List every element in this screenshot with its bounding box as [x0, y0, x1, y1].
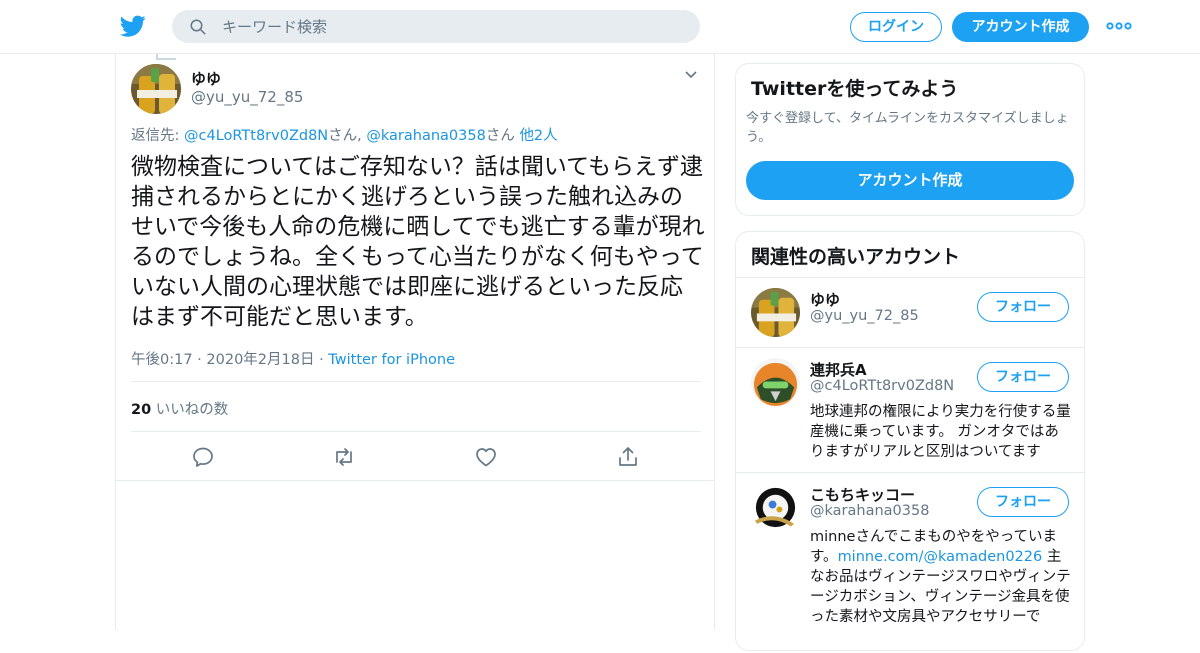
login-button[interactable]: ログイン: [850, 12, 942, 42]
account-handle[interactable]: @yu_yu_72_85: [810, 308, 919, 324]
related-account-item[interactable]: ゆゆ @yu_yu_72_85 フォロー: [736, 278, 1084, 348]
like-icon[interactable]: [474, 445, 498, 469]
account-bio: 地球連邦の権限により実力を行使する量産機に乗っています。 ガンオタではありますが…: [810, 404, 1071, 460]
account-handle[interactable]: @karahana0358: [810, 503, 929, 519]
search-input[interactable]: [222, 10, 682, 43]
follow-button[interactable]: フォロー: [977, 292, 1069, 322]
retweet-icon[interactable]: [332, 445, 356, 469]
divider: [131, 431, 701, 432]
search-box[interactable]: [172, 10, 700, 43]
more-options-icon[interactable]: [1106, 14, 1132, 38]
account-name[interactable]: こもちキッコー: [810, 484, 915, 505]
replying-suffix: さん: [485, 128, 520, 144]
thread-connector: [156, 58, 176, 60]
account-handle[interactable]: @c4LoRTt8rv0Zd8N: [810, 378, 954, 394]
account-avatar[interactable]: [751, 288, 800, 337]
signup-card-title: Twitterを使ってみよう: [751, 78, 959, 100]
tweet-detail-column: ゆゆ @yu_yu_72_85 返信先: @c4LoRTt8rv0Zd8Nさん,…: [115, 54, 715, 630]
tweet-text: 微物検査についてはご存知ない？話は聞いてもらえず逮捕されるからとにかく逃げろとい…: [131, 154, 705, 330]
author-avatar[interactable]: [131, 64, 181, 114]
account-name[interactable]: ゆゆ: [810, 289, 840, 310]
likes-number: 20: [131, 402, 152, 418]
tweet-meta: 午後0:17 · 2020年2月18日 · Twitter for iPhone: [131, 348, 455, 369]
related-account-item[interactable]: こもちキッコー @karahana0358 フォロー minneさんでこまものや…: [736, 473, 1084, 653]
replying-suffix: さん,: [328, 128, 367, 144]
twitter-logo-icon[interactable]: [120, 13, 146, 39]
signup-card-description: 今すぐ登録して、タイムラインをカスタマイズしましょう。: [746, 111, 1069, 145]
follow-button[interactable]: フォロー: [977, 487, 1069, 517]
search-icon: [190, 19, 206, 35]
related-accounts-title: 関連性の高いアカウント: [751, 246, 961, 268]
signup-card-button[interactable]: アカウント作成: [746, 161, 1074, 200]
tweet-timestamp[interactable]: 午後0:17 · 2020年2月18日 ·: [131, 352, 328, 368]
share-icon[interactable]: [616, 445, 640, 469]
reply-others-link[interactable]: 他2人: [519, 128, 557, 144]
reply-icon[interactable]: [191, 445, 215, 469]
account-name[interactable]: 連邦兵A: [810, 359, 867, 380]
related-accounts-card: 関連性の高いアカウント ゆゆ @yu_yu_72_85 フォロー 連邦兵A @c…: [735, 231, 1085, 651]
bio-link[interactable]: minne.com/@kamaden0226: [838, 549, 1043, 565]
likes-count[interactable]: 20 いいねの数: [131, 398, 228, 419]
author-name[interactable]: ゆゆ: [191, 68, 221, 89]
replying-prefix: 返信先:: [131, 128, 184, 144]
divider: [116, 480, 714, 481]
divider: [131, 381, 701, 382]
reply-mention-link[interactable]: @karahana0358: [366, 128, 485, 144]
signup-card: Twitterを使ってみよう 今すぐ登録して、タイムラインをカスタマイズしましょ…: [735, 63, 1085, 216]
follow-button[interactable]: フォロー: [977, 362, 1069, 392]
account-bio: minneさんでこまものやをやっています。minne.com/@kamaden0…: [810, 527, 1072, 627]
author-handle[interactable]: @yu_yu_72_85: [191, 88, 303, 106]
account-avatar[interactable]: [751, 483, 800, 532]
replying-to: 返信先: @c4LoRTt8rv0Zd8Nさん, @karahana0358さん…: [131, 124, 558, 145]
likes-label: いいねの数: [151, 402, 229, 418]
account-avatar[interactable]: [751, 358, 800, 407]
top-navigation-bar: ログイン アカウント作成: [0, 0, 1200, 54]
related-account-item[interactable]: 連邦兵A @c4LoRTt8rv0Zd8N フォロー 地球連邦の権限により実力を…: [736, 348, 1084, 472]
tweet-source-link[interactable]: Twitter for iPhone: [328, 352, 455, 368]
reply-mention-link[interactable]: @c4LoRTt8rv0Zd8N: [184, 128, 328, 144]
signup-button[interactable]: アカウント作成: [952, 12, 1089, 42]
chevron-down-icon[interactable]: [684, 68, 698, 82]
